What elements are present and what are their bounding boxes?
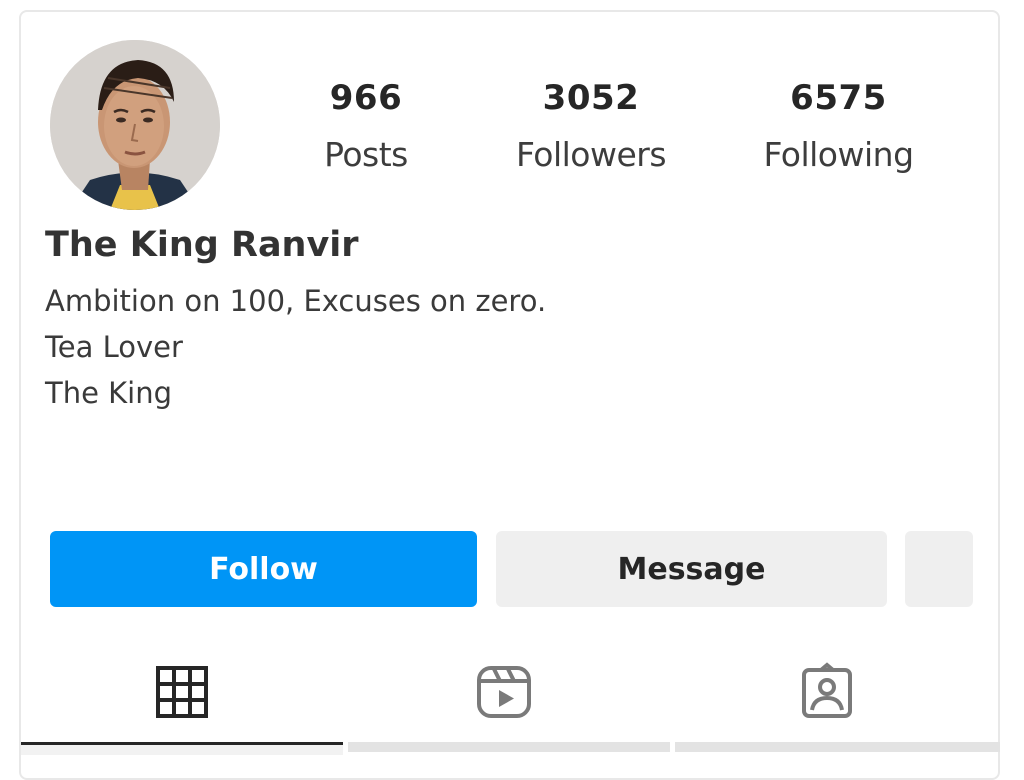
stat-posts[interactable]: 966 Posts bbox=[301, 78, 431, 175]
profile-bio: Ambition on 100, Excuses on zero. Tea Lo… bbox=[45, 278, 546, 416]
tab-indicator-reels bbox=[348, 742, 670, 752]
tab-reels[interactable] bbox=[474, 662, 534, 722]
stat-followers[interactable]: 3052 Followers bbox=[496, 78, 686, 175]
tab-tagged[interactable] bbox=[797, 662, 857, 722]
tagged-icon bbox=[802, 662, 852, 718]
avatar[interactable] bbox=[50, 40, 220, 210]
posts-count: 966 bbox=[329, 78, 403, 118]
followers-count: 3052 bbox=[542, 78, 640, 118]
tab-indicator-tagged bbox=[675, 742, 1000, 752]
reels-icon bbox=[477, 666, 531, 718]
following-count: 6575 bbox=[790, 78, 887, 118]
bio-line: Ambition on 100, Excuses on zero. bbox=[45, 284, 547, 318]
following-label: Following bbox=[763, 135, 914, 174]
avatar-image bbox=[50, 40, 220, 210]
bio-line: The King bbox=[45, 376, 173, 410]
followers-label: Followers bbox=[515, 135, 667, 174]
stat-following[interactable]: 6575 Following bbox=[751, 78, 926, 175]
follow-button[interactable]: Follow bbox=[50, 531, 477, 607]
posts-label: Posts bbox=[324, 135, 408, 174]
tab-posts[interactable] bbox=[152, 662, 212, 722]
suggested-users-button[interactable] bbox=[905, 531, 973, 607]
profile-card: 966 Posts 3052 Followers 6575 Following … bbox=[19, 10, 1000, 780]
bio-line: Tea Lover bbox=[45, 330, 183, 364]
grid-icon bbox=[156, 666, 208, 718]
profile-name: The King Ranvir bbox=[45, 225, 359, 265]
message-button[interactable]: Message bbox=[496, 531, 887, 607]
tab-indicator-posts bbox=[21, 742, 343, 755]
